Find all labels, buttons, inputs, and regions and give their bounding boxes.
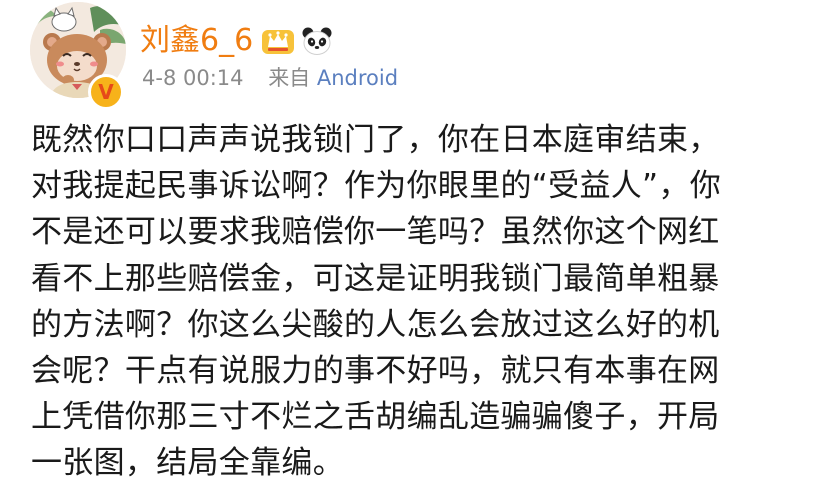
post-source-label: 来自 [268,66,311,90]
post-text-line: 上凭借你那三寸不烂之舌胡编乱造骗骗傻子，开局 [31,399,720,436]
post-body: 既然你口口声声说我锁门了，你在日本庭审结束， 对我提起民事诉讼啊？作为你眼里的“… [31,117,821,487]
verified-badge: V [88,74,124,110]
post-text-line: 一张图，结局全靠编。 [31,445,344,482]
post-text-line: 会呢？干点有说服力的事不好吗，就只有本事在网 [31,352,720,389]
post-text-line: 看不上那些赔偿金，可这是证明我锁门最简单粗暴 [31,260,720,297]
post-text-line: 的方法啊？你这么尖酸的人怎么会放过这么好的机 [31,306,720,343]
post-timestamp: 4-8 00:14 [142,66,244,90]
verified-badge-letter: V [98,80,114,104]
crown-vip-icon[interactable] [261,26,295,56]
post-text-line: 既然你口口声声说我锁门了，你在日本庭审结束， [31,122,720,158]
post-meta: 4-8 00:14 来自 Android [142,68,398,89]
panda-icon[interactable] [301,26,333,56]
post-text-line: 不是还可以要求我赔偿你一笔吗？虽然你这个网红 [31,214,720,251]
post-header: V 刘鑫6_6 4-8 00:14 来自 Android [0,0,828,112]
post-text-line: 对我提起民事诉讼啊？作为你眼里的“受益人”，你 [31,168,722,205]
author-row: 刘鑫6_6 [140,16,333,66]
post-source-link[interactable]: Android [317,68,398,89]
author-name[interactable]: 刘鑫6_6 [140,26,253,56]
